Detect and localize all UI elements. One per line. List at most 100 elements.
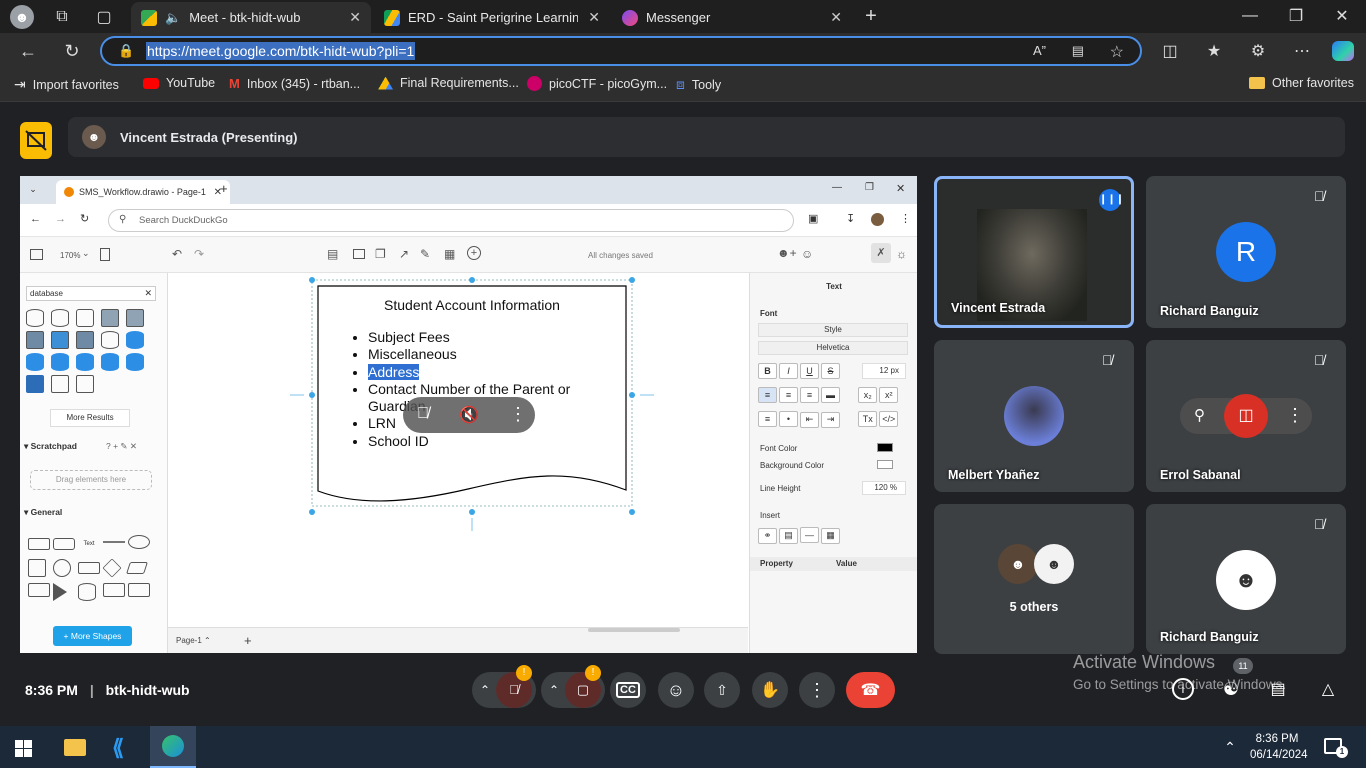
outdent-button[interactable]: ⇤ [800, 411, 819, 428]
participant-tile[interactable]: 🎙̸ R Richard Banguiz [1146, 176, 1346, 328]
database-shape[interactable] [51, 331, 69, 349]
mic-control[interactable]: ⌃ 🎙̸ ! [472, 665, 536, 708]
more-options-icon[interactable]: ⋮ [1286, 405, 1304, 426]
close-tab-icon[interactable]: ✕ [588, 9, 600, 26]
back-icon[interactable]: ← [17, 41, 39, 61]
rectangle-tool-icon[interactable] [353, 249, 365, 259]
line-height-input[interactable]: 120 % [862, 481, 906, 495]
ellipse-shape[interactable] [128, 535, 150, 549]
restore-icon[interactable]: ❐ [865, 182, 874, 193]
library-search-input[interactable]: database ✕ [26, 286, 156, 301]
callout-shape[interactable] [128, 583, 150, 597]
scratchpad-actions[interactable]: ? + ✎ ✕ [106, 441, 137, 452]
database-shape[interactable] [26, 375, 44, 393]
captions-button[interactable]: CC [610, 672, 646, 708]
database-shape[interactable] [76, 353, 94, 371]
parallelogram-shape[interactable] [126, 562, 148, 574]
tab-actions-icon[interactable]: ▢ [94, 7, 114, 27]
insert-image-button[interactable]: ▤ [779, 527, 798, 544]
scratchpad-header[interactable]: ▾ Scratchpad ? + ✎ ✕ [24, 441, 164, 452]
database-shape[interactable] [26, 331, 44, 349]
note-tool-icon[interactable]: ❐ [375, 247, 386, 261]
emoji-button[interactable]: ☺ [658, 672, 694, 708]
mic-off-icon[interactable]: 🎙̸ [417, 405, 429, 423]
bookmark-youtube[interactable]: YouTube [143, 76, 215, 90]
shared-tab[interactable]: SMS_Workflow.drawio - Page-1 ✕ [56, 180, 230, 204]
chevron-up-icon[interactable]: ⌃ [549, 683, 559, 697]
page-tab[interactable]: Page-1 ⌃ [176, 636, 211, 645]
bookmark-import-favorites[interactable]: ⇥ Import favorites [14, 76, 119, 93]
doc-title[interactable]: Student Account Information [318, 297, 626, 313]
page-icon[interactable] [100, 248, 110, 261]
chevron-up-icon[interactable]: ⌃ [480, 683, 490, 697]
close-window-icon[interactable]: ✕ [1332, 6, 1352, 26]
format-toggle-icon[interactable]: ✗ [871, 243, 891, 263]
presentation-icon[interactable] [20, 122, 52, 159]
vscode-icon[interactable]: ⟪ [112, 736, 136, 760]
insert-plus-icon[interactable]: + [467, 246, 481, 260]
font-select[interactable]: Helvetica [758, 341, 908, 355]
camera-control[interactable]: ⌃ ▢ ! [541, 665, 605, 708]
database-shape[interactable] [26, 309, 44, 327]
rectangle-shape[interactable] [28, 538, 50, 550]
zoom-select[interactable]: 170% [60, 251, 80, 260]
chevron-up-icon[interactable]: ⌃ [1222, 738, 1238, 756]
html-button[interactable]: </> [879, 411, 899, 427]
participant-tile[interactable]: ❙❙❙ Vincent Estrada [934, 176, 1134, 328]
database-shape[interactable] [26, 353, 44, 371]
more-options-icon[interactable]: ⋮ [509, 404, 527, 425]
lock-icon[interactable]: 🔒 [118, 43, 134, 59]
file-explorer-icon[interactable] [64, 739, 86, 756]
freehand-tool-icon[interactable]: ✎ [420, 247, 430, 261]
app-available-icon[interactable]: ▤ [1072, 43, 1084, 59]
taskbar-clock[interactable]: 8:36 PM 06/14/2024 [1250, 731, 1308, 763]
theme-icon[interactable]: ☼ [896, 247, 907, 261]
minimize-icon[interactable]: — [832, 182, 842, 193]
participant-tile[interactable]: 🎙̸ ☻ Richard Banguiz [1146, 504, 1346, 654]
bookmark-final-requirements[interactable]: Final Requirements... [378, 76, 519, 90]
align-left-button[interactable]: ≡ [758, 387, 777, 403]
horizontal-scrollbar[interactable] [588, 628, 680, 632]
profile-avatar[interactable] [871, 213, 884, 226]
italic-button[interactable]: I [779, 363, 798, 379]
document-shape[interactable] [103, 583, 125, 597]
bullet-list-button[interactable]: • [779, 411, 798, 427]
bold-button[interactable]: B [758, 363, 777, 379]
new-tab-icon[interactable]: + [860, 5, 882, 27]
chat-icon[interactable]: ▤ [1266, 678, 1290, 700]
workspaces-icon[interactable]: ⧉ [52, 7, 72, 27]
table-shape[interactable] [76, 375, 94, 393]
clear-icon[interactable]: ✕ [144, 287, 152, 300]
tab-meet[interactable]: 🔈 Meet - btk-hidt-wub ✕ [131, 2, 371, 33]
strikethrough-button[interactable]: S [821, 363, 840, 379]
clear-format-button[interactable]: Tx [858, 411, 878, 427]
more-menu-icon[interactable]: ⋮ [900, 212, 911, 225]
text-shape[interactable]: Text [78, 535, 100, 553]
read-aloud-icon[interactable]: A” [1033, 43, 1046, 58]
undo-icon[interactable]: ↶ [172, 247, 182, 261]
speaker-icon[interactable]: 🔈 [165, 10, 181, 26]
pin-icon[interactable]: ⚲ [1194, 406, 1205, 424]
database-shape[interactable] [51, 309, 69, 327]
favorites-icon[interactable]: ★ [1204, 41, 1224, 61]
more-shapes-button[interactable]: + More Shapes [53, 626, 132, 646]
database-shape[interactable] [76, 331, 94, 349]
database-shape[interactable] [101, 353, 119, 371]
database-shape[interactable] [101, 331, 119, 349]
underline-button[interactable]: U [800, 363, 819, 379]
database-shape[interactable] [126, 309, 144, 327]
close-tab-icon[interactable]: ✕ [830, 9, 842, 26]
refresh-icon[interactable]: ↻ [61, 41, 83, 61]
close-window-icon[interactable]: ✕ [896, 182, 905, 195]
more-menu-icon[interactable]: ⋯ [1292, 41, 1312, 61]
font-size-input[interactable]: 12 px [862, 363, 906, 379]
general-header[interactable]: ▾ General [24, 507, 62, 518]
activities-icon[interactable]: △ [1316, 678, 1340, 700]
style-select[interactable]: Style [758, 323, 908, 337]
more-results-button[interactable]: More Results [50, 409, 130, 427]
scratchpad-dropzone[interactable]: Drag elements here [30, 470, 152, 490]
database-shape[interactable] [126, 331, 144, 349]
superscript-button[interactable]: x² [879, 387, 899, 403]
info-icon[interactable]: i [1172, 678, 1194, 700]
more-options-button[interactable]: ⋮ [799, 672, 835, 708]
